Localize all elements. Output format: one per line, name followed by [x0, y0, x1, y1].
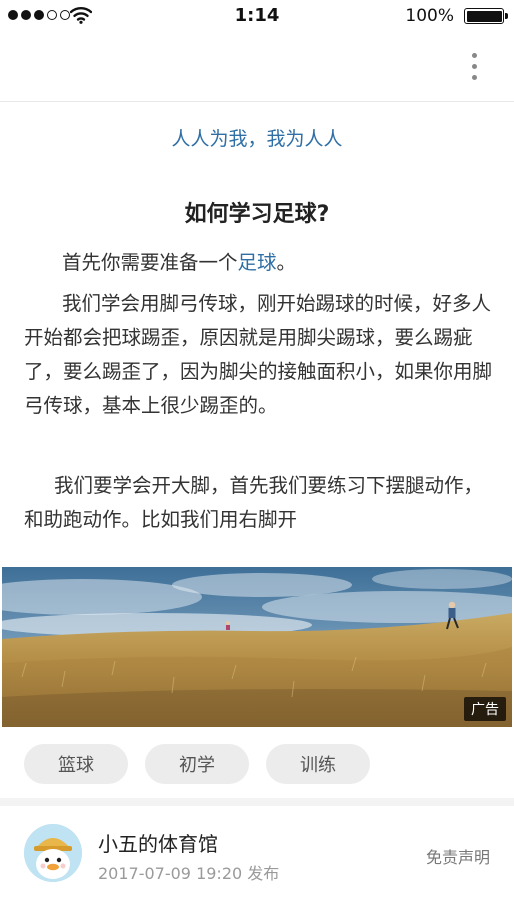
publish-time: 2017-07-09 19:20 发布	[98, 864, 280, 883]
keyword-link-football[interactable]: 足球	[238, 251, 277, 274]
author-name[interactable]: 小五的体育馆	[98, 828, 218, 857]
author-bar: 小五的体育馆 2017-07-09 19:20 发布 免责声明	[0, 806, 514, 906]
paragraph-text: 首先你需要准备一个	[62, 251, 238, 274]
avatar[interactable]	[24, 824, 82, 882]
article-paragraph-1: 首先你需要准备一个足球。	[24, 246, 494, 280]
field-landscape-image	[2, 567, 512, 727]
article-paragraph-3: 我们要学会开大脚，首先我们要练习下摆腿动作，和助跑动作。比如我们用右脚开	[24, 474, 484, 531]
disclaimer-link[interactable]: 免责声明	[426, 844, 490, 868]
tag-basketball[interactable]: 篮球	[24, 744, 128, 784]
child-figure	[226, 621, 230, 630]
more-vertical-icon	[471, 53, 477, 58]
tag-training[interactable]: 训练	[266, 744, 370, 784]
tag-list: 篮球 初学 训练	[24, 744, 370, 784]
tag-beginner[interactable]: 初学	[145, 744, 249, 784]
battery-icon	[464, 8, 508, 24]
paragraph-text: 。	[276, 251, 297, 274]
article-title: 如何学习足球?	[184, 202, 330, 227]
nav-bar	[0, 32, 514, 102]
more-options-button[interactable]	[464, 50, 484, 90]
battery-percent: 100%	[405, 6, 454, 26]
ad-badge: 广告	[464, 697, 506, 721]
status-bar: 1:14 100%	[0, 0, 514, 32]
article-slogan: 人人为我，我为人人	[171, 128, 343, 150]
article-paragraph-2: 我们学会用脚弓传球，刚开始踢球的时候，好多人开始都会把球踢歪，原因就是用脚尖踢球…	[24, 292, 493, 417]
ad-banner-image[interactable]: 广告	[2, 567, 512, 727]
section-divider	[0, 798, 514, 806]
